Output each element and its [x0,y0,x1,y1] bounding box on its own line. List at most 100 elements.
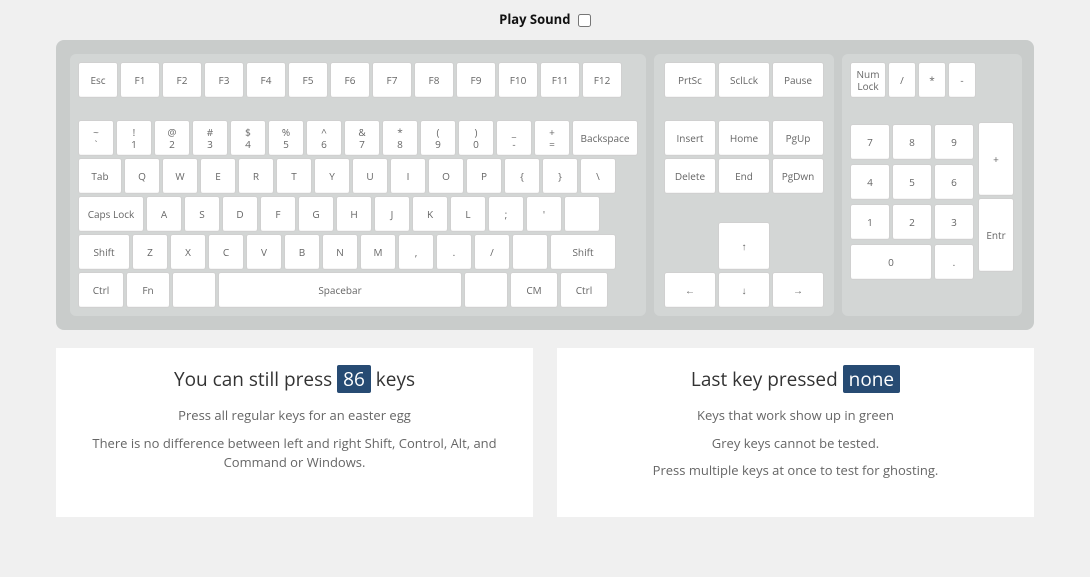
key-alt[interactable] [464,272,508,308]
key-blank[interactable] [512,234,548,270]
key-z[interactable]: Z [132,234,168,270]
key-f8[interactable]: F8 [414,62,454,98]
key-win[interactable] [172,272,216,308]
key-k[interactable]: K [412,196,448,232]
key-ctrl-left[interactable]: Ctrl [78,272,124,308]
key-f9[interactable]: F9 [456,62,496,98]
key-i[interactable]: I [390,158,426,194]
key-}[interactable]: } [542,158,578,194]
key-f4[interactable]: F4 [246,62,286,98]
key-2[interactable]: @2 [154,120,190,156]
key-e[interactable]: E [200,158,236,194]
key-numpad-8[interactable]: 8 [892,124,932,160]
key-arrow-up[interactable]: ↑ [718,222,770,270]
key-f6[interactable]: F6 [330,62,370,98]
key-v[interactable]: V [246,234,282,270]
key-f1[interactable]: F1 [120,62,160,98]
key-c[interactable]: C [208,234,244,270]
key-end[interactable]: End [718,158,770,194]
key-'[interactable]: ' [526,196,562,232]
key-shift-right[interactable]: Shift [550,234,616,270]
key-shift-left[interactable]: Shift [78,234,130,270]
key-f7[interactable]: F7 [372,62,412,98]
key-numpad-0[interactable]: 0 [850,244,932,280]
key-h[interactable]: H [336,196,372,232]
key-9[interactable]: (9 [420,120,456,156]
key-o[interactable]: O [428,158,464,194]
key-y[interactable]: Y [314,158,350,194]
key-insert[interactable]: Insert [664,120,716,156]
key-f5[interactable]: F5 [288,62,328,98]
key-g[interactable]: G [298,196,334,232]
key-x[interactable]: X [170,234,206,270]
key-d[interactable]: D [222,196,258,232]
key-t[interactable]: T [276,158,312,194]
key-f11[interactable]: F11 [540,62,580,98]
key-capslock[interactable]: Caps Lock [78,196,144,232]
key-numpad-divide[interactable]: / [888,62,916,98]
key-context-menu[interactable]: CM [510,272,558,308]
key-pause[interactable]: Pause [772,62,824,98]
key-3[interactable]: #3 [192,120,228,156]
key-m[interactable]: M [360,234,396,270]
key-arrow-down[interactable]: ↓ [718,272,770,308]
key-1[interactable]: !1 [116,120,152,156]
key-home[interactable]: Home [718,120,770,156]
key-f[interactable]: F [260,196,296,232]
key-j[interactable]: J [374,196,410,232]
key-pgdwn[interactable]: PgDwn [772,158,824,194]
key-;[interactable]: ; [488,196,524,232]
key-/[interactable]: / [474,234,510,270]
key-numpad-9[interactable]: 9 [934,124,974,160]
key-numlock[interactable]: NumLock [850,62,886,98]
key-5[interactable]: %5 [268,120,304,156]
key-scllck[interactable]: SclLck [718,62,770,98]
key-w[interactable]: W [162,158,198,194]
key-u[interactable]: U [352,158,388,194]
key-f10[interactable]: F10 [498,62,538,98]
key-fn[interactable]: Fn [126,272,170,308]
key-backspace[interactable]: Backspace [572,120,638,156]
key-spacebar[interactable]: Spacebar [218,272,462,308]
key-tab[interactable]: Tab [78,158,122,194]
key-b[interactable]: B [284,234,320,270]
key-numpad-multiply[interactable]: * [918,62,946,98]
key-numpad-1[interactable]: 1 [850,204,890,240]
key-numpad-6[interactable]: 6 [934,164,974,200]
key-7[interactable]: &7 [344,120,380,156]
key-arrow-left[interactable]: ← [664,272,716,308]
key-enter[interactable] [564,196,600,232]
key-`[interactable]: ~` [78,120,114,156]
key-delete[interactable]: Delete [664,158,716,194]
key-a[interactable]: A [146,196,182,232]
key-f2[interactable]: F2 [162,62,202,98]
key-numpad-minus[interactable]: - [948,62,976,98]
key-.[interactable]: . [436,234,472,270]
key-{[interactable]: { [504,158,540,194]
key-4[interactable]: $4 [230,120,266,156]
key-numpad-5[interactable]: 5 [892,164,932,200]
key-numpad-3[interactable]: 3 [934,204,974,240]
key-ctrl-right[interactable]: Ctrl [560,272,608,308]
key-p[interactable]: P [466,158,502,194]
key-numpad-enter[interactable]: Entr [978,198,1014,272]
key-q[interactable]: Q [124,158,160,194]
key-l[interactable]: L [450,196,486,232]
key-=[interactable]: += [534,120,570,156]
key-f3[interactable]: F3 [204,62,244,98]
key--[interactable]: _- [496,120,532,156]
key-f12[interactable]: F12 [582,62,622,98]
key-8[interactable]: *8 [382,120,418,156]
play-sound-checkbox[interactable] [578,14,591,27]
key-numpad-decimal[interactable]: . [934,244,974,280]
key-0[interactable]: )0 [458,120,494,156]
key-,[interactable]: , [398,234,434,270]
key-esc[interactable]: Esc [78,62,118,98]
key-numpad-7[interactable]: 7 [850,124,890,160]
key-numpad-plus[interactable]: + [978,122,1014,196]
key-n[interactable]: N [322,234,358,270]
key-s[interactable]: S [184,196,220,232]
key-pgup[interactable]: PgUp [772,120,824,156]
key-numpad-2[interactable]: 2 [892,204,932,240]
key-prtsc[interactable]: PrtSc [664,62,716,98]
